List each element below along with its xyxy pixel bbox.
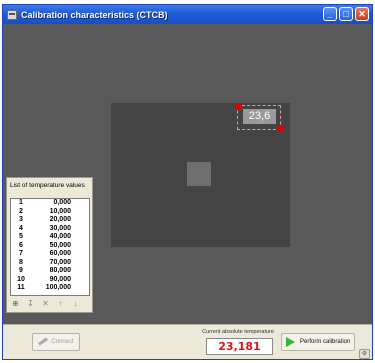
add-icon[interactable]: ⊕ (11, 299, 20, 308)
maximize-button[interactable]: □ (339, 7, 353, 21)
table-row[interactable]: 9 80,000 (11, 267, 89, 276)
row-value: 30,000 (49, 224, 71, 232)
table-row[interactable]: 10 90,000 (11, 276, 89, 285)
bottom-bar: Connect Current absolute temperature 23,… (3, 324, 372, 359)
calibration-window: Calibration characteristics (CTCB) _ □ ✕… (2, 4, 373, 360)
row-index: 1 (19, 199, 23, 206)
row-index: 5 (19, 233, 23, 240)
row-index: 9 (19, 267, 23, 274)
row-index: 2 (19, 207, 23, 215)
roi-temperature-label: 23,6 (243, 109, 276, 124)
table-row[interactable]: 1 0,000 (11, 199, 89, 208)
table-row[interactable]: 4 30,000 (11, 225, 89, 234)
table-row[interactable]: 8 70,000 (11, 259, 89, 268)
insert-icon[interactable]: ↧ (26, 299, 35, 308)
table-row[interactable]: 5 40,000 (11, 233, 89, 242)
row-value: 80,000 (49, 267, 71, 274)
title-bar[interactable]: Calibration characteristics (CTCB) _ □ ✕ (3, 5, 372, 24)
close-button[interactable]: ✕ (355, 7, 369, 21)
row-value: 40,000 (49, 233, 71, 240)
row-value: 10,000 (49, 207, 71, 215)
minimize-button[interactable]: _ (323, 7, 337, 21)
temperature-tools: ⊕ ↧ ✕ ↑ ↓ (11, 299, 80, 308)
row-index: 6 (19, 241, 23, 249)
move-down-icon[interactable]: ↓ (71, 299, 80, 308)
perform-calibration-label: Perform calibration (300, 339, 351, 345)
connect-button[interactable]: Connect (32, 333, 80, 351)
app-icon (7, 9, 17, 20)
row-value: 90,000 (49, 275, 71, 283)
row-index: 8 (19, 258, 23, 266)
client-area: 23,6 List of temperature values 1 0,000 2 1… (3, 24, 372, 359)
roi-handle-bottom-right[interactable] (277, 126, 283, 132)
table-row[interactable]: 11 100,000 (11, 284, 89, 293)
table-row[interactable]: 2 10,000 (11, 208, 89, 217)
delete-icon[interactable]: ✕ (41, 299, 50, 308)
row-value: 70,000 (49, 258, 71, 266)
row-index: 10 (17, 275, 25, 283)
thermal-view[interactable]: 23,6 (111, 103, 290, 247)
row-index: 4 (19, 224, 23, 232)
center-marker (187, 162, 211, 186)
window-controls: _ □ ✕ (323, 7, 369, 21)
measurement-roi[interactable]: 23,6 (235, 103, 283, 132)
settings-icon[interactable]: ⚙ (359, 349, 370, 359)
row-index: 3 (19, 216, 23, 223)
table-row[interactable]: 3 20,000 (11, 216, 89, 225)
row-value: 50,000 (49, 241, 71, 249)
perform-calibration-button[interactable]: Perform calibration (281, 333, 355, 351)
roi-handle-top-left[interactable] (235, 103, 241, 109)
temperature-list-panel: List of temperature values 1 0,000 2 10,000… (6, 177, 93, 313)
row-value: 0,000 (53, 199, 71, 206)
row-index: 7 (19, 250, 23, 257)
temperature-list-title: List of temperature values (10, 182, 85, 189)
row-value: 20,000 (49, 216, 71, 223)
row-value: 60,000 (49, 250, 71, 257)
connect-label: Connect (51, 339, 74, 345)
play-icon (286, 337, 295, 347)
absolute-temperature-label: Current absolute temperature (202, 329, 274, 335)
absolute-temperature-value: 23,181 (206, 338, 273, 355)
row-index: 11 (17, 284, 25, 291)
table-row[interactable]: 7 60,000 (11, 250, 89, 259)
window-title: Calibration characteristics (CTCB) (21, 9, 168, 20)
temperature-table[interactable]: 1 0,000 2 10,000 3 20,000 4 30,000 5 40,000 6 50,00… (10, 198, 90, 296)
move-up-icon[interactable]: ↑ (56, 299, 65, 308)
plug-icon (38, 339, 48, 346)
row-value: 100,000 (45, 284, 71, 291)
table-row[interactable]: 6 50,000 (11, 242, 89, 251)
